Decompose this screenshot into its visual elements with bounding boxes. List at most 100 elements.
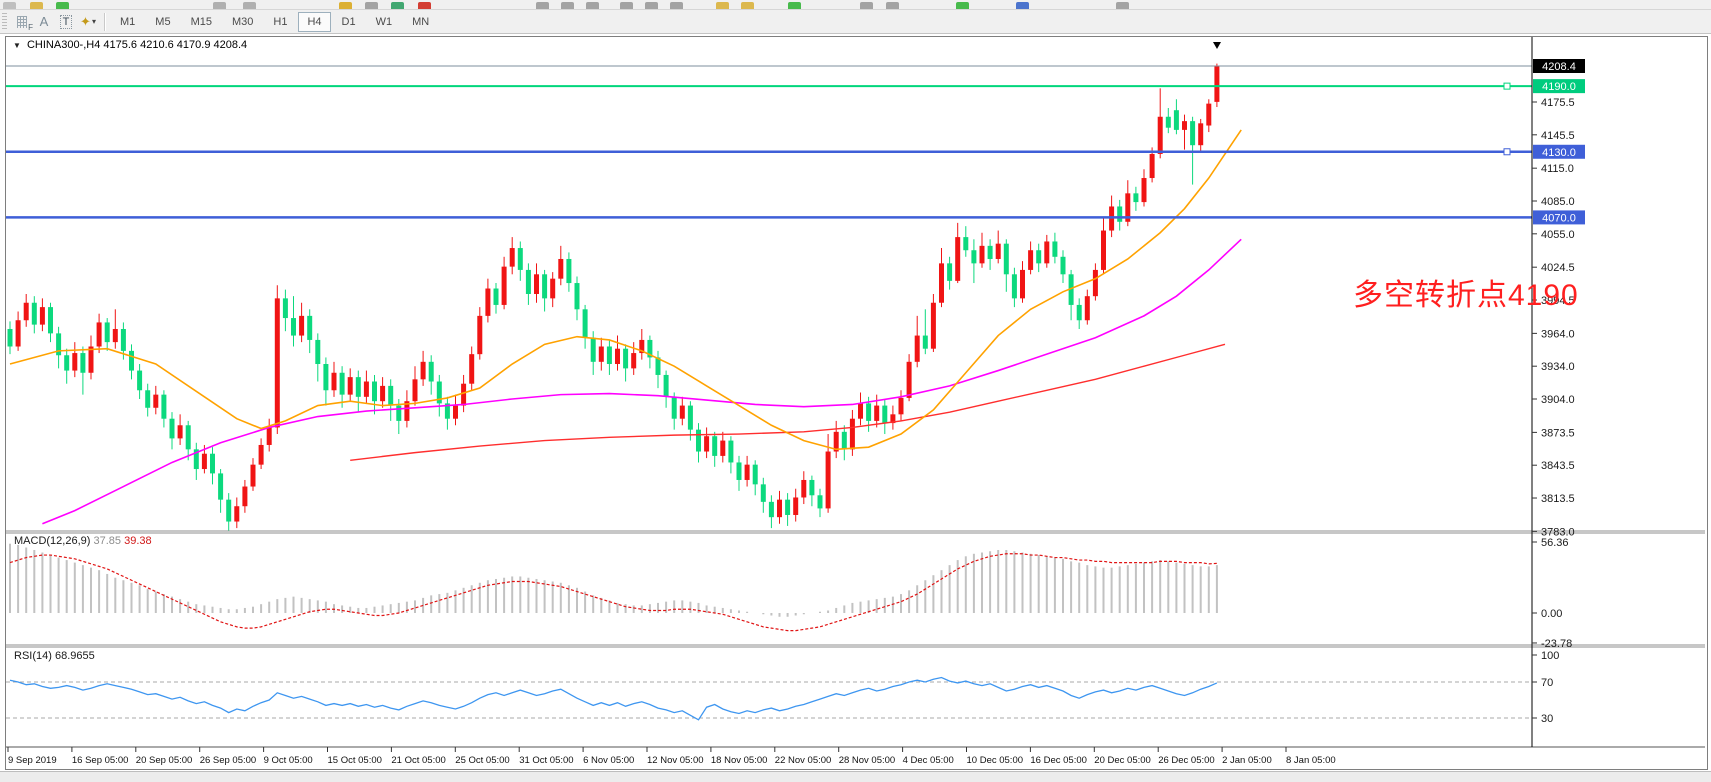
- svg-text:16 Dec 05:00: 16 Dec 05:00: [1030, 755, 1087, 766]
- shape-icon-fragment: [365, 2, 378, 9]
- timeframe-m30-button[interactable]: M30: [223, 12, 262, 32]
- svg-text:6 Nov 05:00: 6 Nov 05:00: [583, 755, 634, 766]
- svg-text:100: 100: [1541, 650, 1559, 662]
- chart-ohlc-values: 4175.6 4210.6 4170.9 4208.4: [103, 39, 247, 51]
- timeframe-m15-button[interactable]: M15: [182, 12, 221, 32]
- profiles-icon-fragment: [788, 2, 801, 9]
- drawing-and-timeframe-toolbar: F A T ✦ ▾ M1 M5 M15 M30 H1 H4 D1 W1 MN: [0, 10, 1711, 34]
- svg-text:4175.5: 4175.5: [1541, 97, 1575, 109]
- templates-icon-fragment: [741, 2, 754, 9]
- svg-text:56.36: 56.36: [1541, 537, 1569, 549]
- delete-icon-fragment: [418, 2, 431, 9]
- macd-name: MACD(12,26,9): [14, 535, 90, 547]
- svg-text:3964.0: 3964.0: [1541, 328, 1575, 340]
- web-icon-fragment: [1016, 2, 1029, 9]
- svg-text:10 Dec 05:00: 10 Dec 05:00: [967, 755, 1024, 766]
- tick-grid-tool-button[interactable]: F: [11, 12, 33, 32]
- timeframe-h4-button[interactable]: H4: [298, 12, 330, 32]
- svg-text:4115.0: 4115.0: [1541, 163, 1574, 175]
- svg-text:8 Jan 05:00: 8 Jan 05:00: [1286, 755, 1336, 766]
- autoscroll-icon-fragment: [670, 2, 683, 9]
- svg-text:31 Oct 05:00: 31 Oct 05:00: [519, 755, 573, 766]
- svg-text:16 Sep 05:00: 16 Sep 05:00: [72, 755, 129, 766]
- timeframe-mn-button[interactable]: MN: [403, 12, 438, 32]
- insert-text-tool-button[interactable]: A: [33, 12, 55, 32]
- latest-bar-marker-icon: [1213, 42, 1221, 49]
- cursor-icon-fragment: [213, 2, 226, 9]
- toolbar-separator: [104, 13, 105, 31]
- svg-text:22 Nov 05:00: 22 Nov 05:00: [775, 755, 832, 766]
- timeframe-m1-button[interactable]: M1: [111, 12, 144, 32]
- draw-icon-fragment: [339, 2, 352, 9]
- svg-text:3843.5: 3843.5: [1541, 460, 1575, 472]
- rsi-label: RSI(14) 68.9655: [14, 650, 95, 662]
- svg-text:4130.0: 4130.0: [1542, 147, 1576, 159]
- chart-canvas[interactable]: 4175.54145.54115.04085.04055.04024.53994…: [6, 37, 1707, 769]
- rsi-name: RSI(14): [14, 650, 52, 662]
- zoom-out-icon-fragment: [645, 2, 658, 9]
- svg-text:4 Dec 05:00: 4 Dec 05:00: [903, 755, 954, 766]
- toolbar-drag-handle[interactable]: [2, 13, 7, 31]
- grid-icon: F: [17, 16, 27, 28]
- svg-text:28 Nov 05:00: 28 Nov 05:00: [839, 755, 896, 766]
- arrows-tool-button[interactable]: ✦ ▾: [77, 12, 99, 32]
- svg-text:4085.0: 4085.0: [1541, 196, 1575, 208]
- mt4-application-window: F A T ✦ ▾ M1 M5 M15 M30 H1 H4 D1 W1 MN 4…: [0, 0, 1711, 782]
- timeframe-w1-button[interactable]: W1: [367, 12, 402, 32]
- svg-text:0.00: 0.00: [1541, 608, 1562, 620]
- new-order-icon-fragment: [56, 2, 69, 9]
- moving-average: [10, 130, 1241, 449]
- rsi-line: [10, 678, 1217, 720]
- green-support-line-handle[interactable]: [1504, 83, 1510, 89]
- macd-signal-value: 39.38: [124, 535, 152, 547]
- svg-text:-23.78: -23.78: [1541, 638, 1572, 650]
- barchart-icon-fragment: [536, 2, 549, 9]
- text-a-icon: A: [40, 14, 49, 29]
- cascade-icon-fragment: [886, 2, 899, 9]
- svg-text:4208.4: 4208.4: [1542, 61, 1576, 73]
- tile-windows-icon-fragment: [860, 2, 873, 9]
- toolbar-row-clipped: [0, 0, 1711, 10]
- linechart-icon-fragment: [586, 2, 599, 9]
- collapse-triangle-icon[interactable]: ▼: [13, 41, 21, 50]
- window-bottom-strip: [0, 771, 1711, 782]
- svg-text:15 Oct 05:00: 15 Oct 05:00: [328, 755, 382, 766]
- svg-text:4190.0: 4190.0: [1542, 81, 1576, 93]
- macd-panel: [10, 544, 1217, 631]
- chart-window: 4175.54145.54115.04085.04055.04024.53994…: [5, 36, 1708, 770]
- svg-text:70: 70: [1541, 677, 1553, 689]
- candlesticks: [8, 64, 1220, 532]
- add-chart-icon-fragment: [956, 2, 969, 9]
- chart-title: ▼ CHINA300-,H4 4175.6 4210.6 4170.9 4208…: [13, 39, 247, 51]
- timeframe-h1-button[interactable]: H1: [264, 12, 296, 32]
- svg-text:21 Oct 05:00: 21 Oct 05:00: [391, 755, 445, 766]
- svg-text:12 Nov 05:00: 12 Nov 05:00: [647, 755, 704, 766]
- text-label-tool-button[interactable]: T: [55, 12, 77, 32]
- price-annotation-text[interactable]: 多空转折点4190: [1353, 270, 1579, 314]
- svg-text:18 Nov 05:00: 18 Nov 05:00: [711, 755, 768, 766]
- time-axis[interactable]: 9 Sep 2019 16 Sep 05:00 20 Sep 05:00 26 Sep…: [8, 747, 1336, 766]
- svg-text:3934.0: 3934.0: [1541, 361, 1575, 373]
- svg-text:20 Dec 05:00: 20 Dec 05:00: [1094, 755, 1151, 766]
- svg-text:30: 30: [1541, 713, 1553, 725]
- crosshair-icon-fragment: [243, 2, 256, 9]
- svg-text:4070.0: 4070.0: [1542, 212, 1576, 224]
- price-axis[interactable]: 4175.54145.54115.04085.04055.04024.53994…: [1532, 37, 1585, 747]
- svg-text:9 Sep 2019: 9 Sep 2019: [8, 755, 57, 766]
- chart-symbol-period: CHINA300-,H4: [27, 39, 100, 51]
- svg-text:2 Jan 05:00: 2 Jan 05:00: [1222, 755, 1272, 766]
- chevron-down-icon: ▾: [92, 17, 96, 26]
- macd-signal-line: [10, 554, 1217, 631]
- arrows-icon: ✦: [80, 14, 91, 30]
- blue-level-line-4130-handle[interactable]: [1504, 149, 1510, 155]
- chart-shift-icon-fragment: [716, 2, 729, 9]
- svg-text:26 Sep 05:00: 26 Sep 05:00: [200, 755, 257, 766]
- svg-text:20 Sep 05:00: 20 Sep 05:00: [136, 755, 193, 766]
- macd-main-value: 37.85: [93, 535, 121, 547]
- candle-icon-fragment: [561, 2, 574, 9]
- timeframe-m5-button[interactable]: M5: [146, 12, 179, 32]
- timeframe-d1-button[interactable]: D1: [333, 12, 365, 32]
- svg-text:4145.5: 4145.5: [1541, 130, 1575, 142]
- macd-label: MACD(12,26,9) 37.85 39.38: [14, 535, 152, 547]
- rsi-value: 68.9655: [55, 650, 95, 662]
